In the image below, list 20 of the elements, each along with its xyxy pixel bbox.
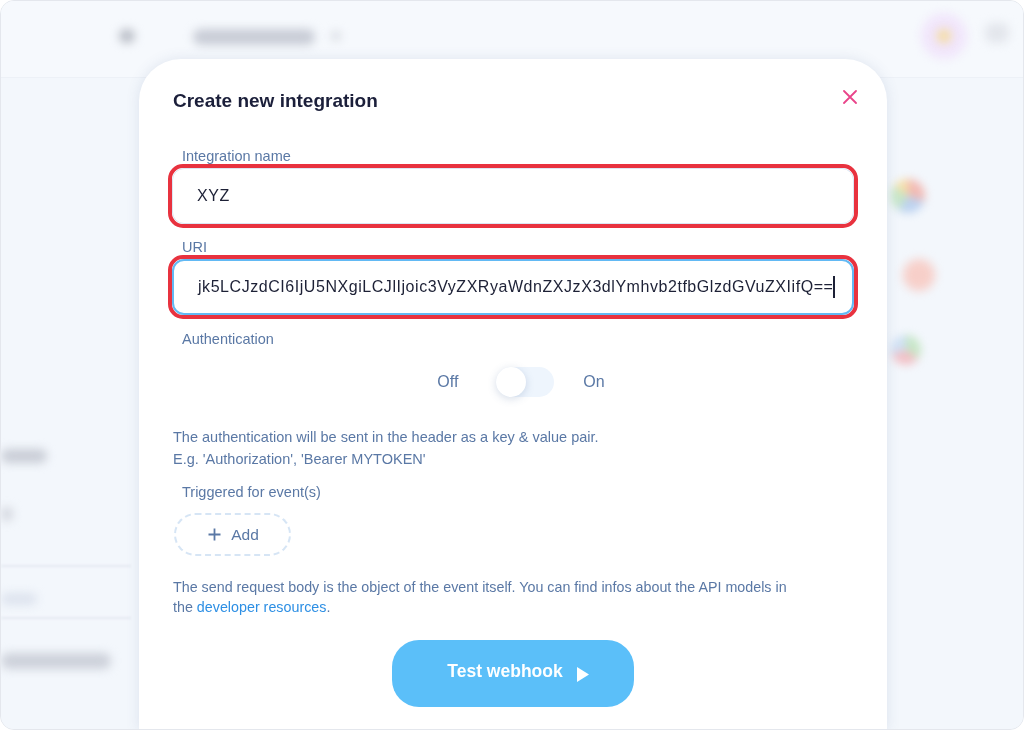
plus-icon	[208, 528, 222, 541]
text-input-field[interactable]: jk5LCJzdCI6IjU5NXgiLCJlIjoic3VyZXRyaWdnZXJzX3dlYmhvb2tfbGlzdGVuZXIifQ==	[172, 259, 854, 315]
off-label: Off	[437, 372, 459, 392]
field-label: Integration name	[182, 148, 292, 164]
field-label: Triggered for event(s)	[182, 484, 322, 500]
text-input-field[interactable]: XYZ	[172, 168, 854, 224]
add-event-button[interactable]: Add	[174, 513, 291, 556]
play-icon	[576, 667, 589, 682]
close-icon[interactable]	[843, 90, 857, 104]
on-label: On	[583, 372, 605, 392]
field-label: Authentication	[182, 331, 275, 347]
toggle-knob[interactable]	[496, 367, 527, 397]
info-paragraph: The send request body is the object of the event itself. You can find infos about the API models in the developer resources.	[173, 578, 788, 617]
hint-text: E.g. 'Authorization', 'Bearer MYTOKEN'	[173, 450, 427, 469]
toggle-switch[interactable]	[496, 367, 555, 397]
hint-text: The authentication will be sent in the header as a key & value pair.	[173, 428, 600, 447]
developer-resources-link[interactable]: developer resources	[196, 599, 327, 615]
field-label: URI	[182, 239, 208, 255]
text-cursor-icon	[833, 276, 835, 298]
dialog-title: Create new integration	[173, 90, 378, 112]
